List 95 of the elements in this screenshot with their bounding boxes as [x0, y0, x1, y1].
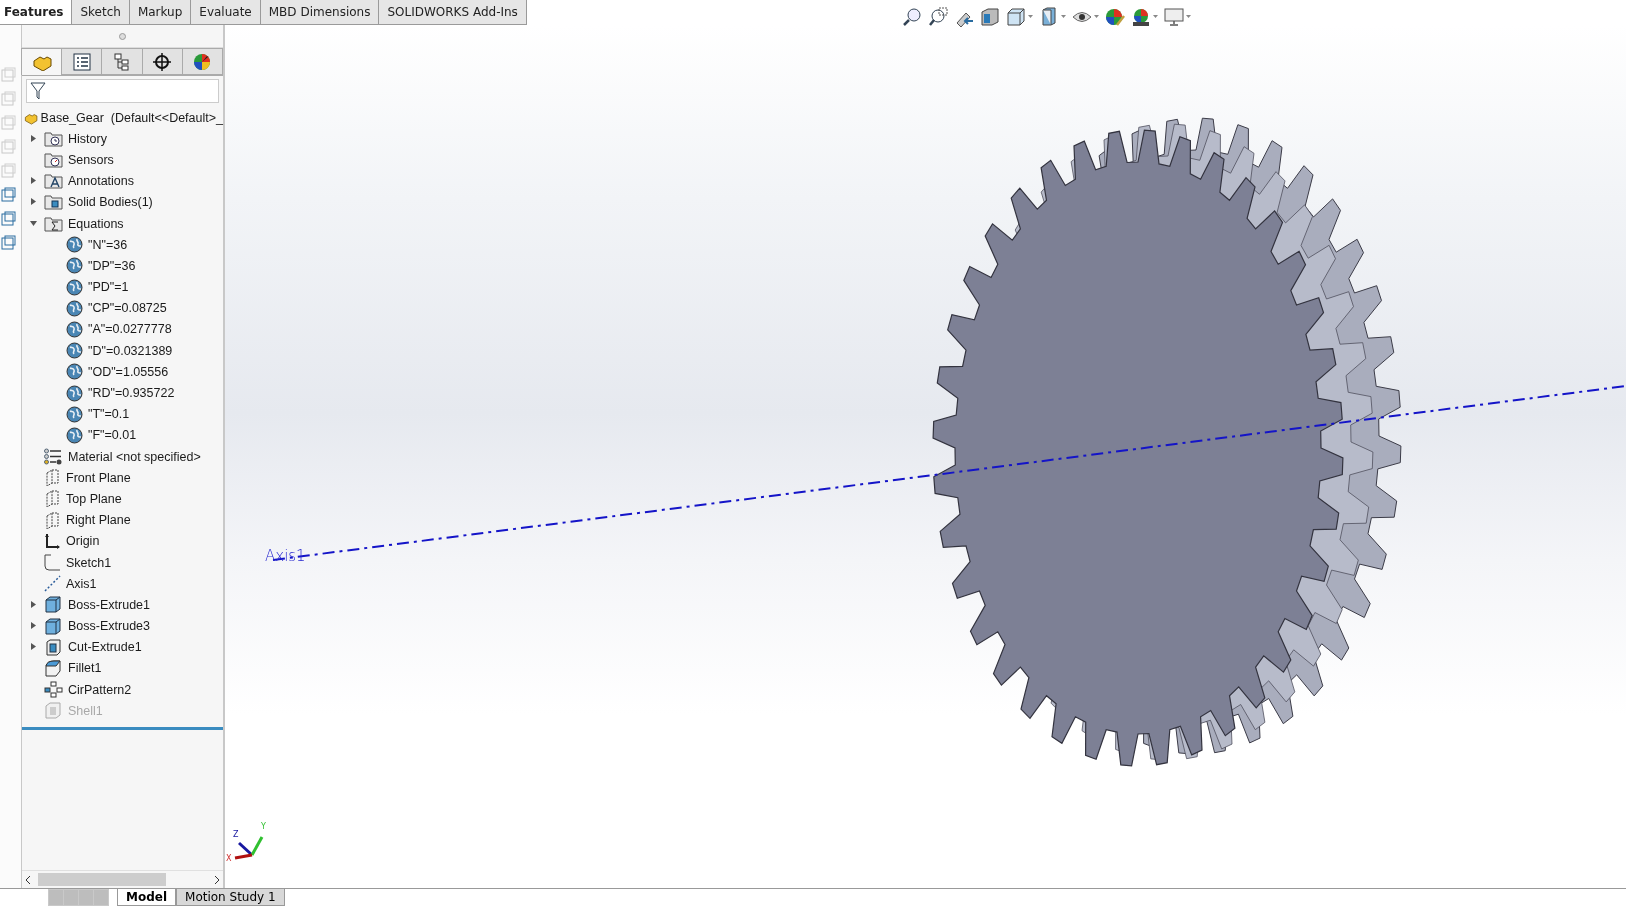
- globe-icon: [66, 299, 83, 317]
- command-tab[interactable]: Sketch: [71, 0, 130, 25]
- tree-root[interactable]: Base_Gear (Default<<Default>_: [22, 107, 223, 129]
- bottom-tab[interactable]: Model: [117, 889, 177, 906]
- globe-icon: [66, 363, 83, 381]
- triad-icon: [234, 836, 264, 860]
- tree-item[interactable]: "T"=0.1: [22, 403, 223, 425]
- scene-icon[interactable]: [1131, 7, 1158, 27]
- tree-item[interactable]: "DP"=36: [22, 255, 223, 277]
- toolbar-icon[interactable]: [0, 235, 16, 251]
- extrude-icon: [44, 596, 63, 614]
- globe-icon: [66, 426, 83, 444]
- globe-icon: [66, 342, 83, 360]
- tree-item[interactable]: "RD"=0.935722: [22, 382, 223, 404]
- toolbar-icon[interactable]: [0, 187, 16, 203]
- tree-item[interactable]: Solid Bodies(1): [22, 191, 223, 213]
- folder-letter-icon: [44, 173, 63, 190]
- tree-item[interactable]: Cut-Extrude1: [22, 636, 223, 658]
- globe-icon: [66, 278, 83, 296]
- collapsed-caret-icon[interactable]: [28, 197, 38, 207]
- tree-item[interactable]: CirPattern2: [22, 679, 223, 701]
- toolbar-icon[interactable]: [0, 211, 16, 227]
- grip-icon[interactable]: [119, 32, 126, 40]
- tree-item[interactable]: Fillet1: [22, 657, 223, 680]
- view-orientation-icon[interactable]: [1006, 7, 1033, 27]
- tree-item[interactable]: "CP"=0.08725: [22, 297, 223, 319]
- tree-item[interactable]: Front Plane: [22, 467, 223, 489]
- tree-item[interactable]: Sensors: [22, 149, 223, 171]
- plane-icon: [44, 511, 61, 529]
- section-view-icon[interactable]: [980, 7, 1000, 27]
- tree-item[interactable]: Boss-Extrude1: [22, 594, 223, 616]
- zoom-fit-icon[interactable]: [902, 7, 922, 27]
- property-list-icon: [72, 52, 91, 71]
- zoom-area-icon[interactable]: [928, 7, 948, 27]
- folder-cube-icon: [44, 194, 63, 211]
- command-tab[interactable]: MBD Dimensions: [259, 0, 380, 25]
- collapsed-caret-icon[interactable]: [28, 599, 38, 609]
- tree-item[interactable]: Sketch1: [22, 551, 223, 574]
- globe-icon: [66, 257, 83, 275]
- axis-icon: [44, 575, 61, 593]
- material-list-icon: [44, 448, 63, 466]
- axis-letter: Z: [233, 830, 239, 839]
- plane-icon: [44, 490, 61, 508]
- plane-icon: [44, 469, 61, 487]
- collapsed-caret-icon[interactable]: [28, 176, 38, 186]
- tree-item[interactable]: "D"=0.0321389: [22, 340, 223, 362]
- pattern-icon: [44, 681, 63, 699]
- collapsed-caret-icon[interactable]: [28, 133, 38, 143]
- panel-tab[interactable]: [141, 48, 183, 75]
- extrude-icon: [44, 617, 63, 635]
- fillet-icon: [44, 659, 63, 677]
- tree-item[interactable]: "PD"=1: [22, 276, 223, 298]
- tree-item[interactable]: Origin: [22, 530, 223, 552]
- display-style-icon[interactable]: [1039, 7, 1066, 27]
- tree-item[interactable]: Right Plane: [22, 509, 223, 531]
- tree-item[interactable]: "A"=0.0277778: [22, 318, 223, 341]
- axis-letter: Y: [261, 822, 266, 831]
- edit-appearance-icon[interactable]: [1105, 7, 1125, 27]
- globe-icon: [66, 320, 83, 338]
- axis-letter: X: [226, 854, 232, 863]
- origin-icon: [44, 532, 61, 550]
- scrollbar-thumb[interactable]: [38, 873, 166, 886]
- color-wheel-icon: [193, 52, 212, 71]
- tree-item[interactable]: History: [22, 128, 223, 150]
- tree-item[interactable]: "N"=36: [22, 234, 223, 256]
- tree-item[interactable]: "F"=0.01: [22, 424, 223, 446]
- collapsed-caret-icon[interactable]: [28, 642, 38, 652]
- monitor-icon[interactable]: [1164, 7, 1191, 27]
- expanded-caret-icon[interactable]: [28, 218, 38, 228]
- axis-label: Axis1: [265, 547, 306, 565]
- bottom-tab[interactable]: Motion Study 1: [176, 889, 285, 906]
- shell-icon: [44, 702, 63, 720]
- tree-item[interactable]: Top Plane: [22, 488, 223, 510]
- command-tab[interactable]: SOLIDWORKS Add-Ins: [378, 0, 527, 25]
- globe-icon: [66, 405, 83, 423]
- folder-sigma-icon: [44, 215, 63, 232]
- crosshair-icon: [153, 52, 172, 71]
- folder-gauge-icon: [44, 151, 63, 168]
- tree-item[interactable]: Boss-Extrude3: [22, 615, 223, 637]
- sketch-icon: [44, 554, 61, 572]
- collapsed-caret-icon[interactable]: [28, 621, 38, 631]
- tree-item[interactable]: Equations: [22, 212, 223, 235]
- folder-clock-icon: [44, 130, 63, 147]
- tree-item[interactable]: Material <not specified>: [22, 446, 223, 468]
- command-tab[interactable]: Evaluate: [190, 0, 261, 25]
- cut-icon: [44, 638, 63, 656]
- filter-field[interactable]: [26, 79, 219, 103]
- filter-icon: [30, 82, 46, 100]
- globe-icon: [66, 236, 83, 254]
- tree-item[interactable]: Axis1: [22, 573, 223, 595]
- globe-icon: [66, 384, 83, 402]
- command-tab[interactable]: Markup: [128, 0, 192, 25]
- tree-item[interactable]: Annotations: [22, 170, 223, 192]
- tree-item[interactable]: "OD"=1.05556: [22, 361, 223, 383]
- hierarchy-icon: [113, 52, 131, 71]
